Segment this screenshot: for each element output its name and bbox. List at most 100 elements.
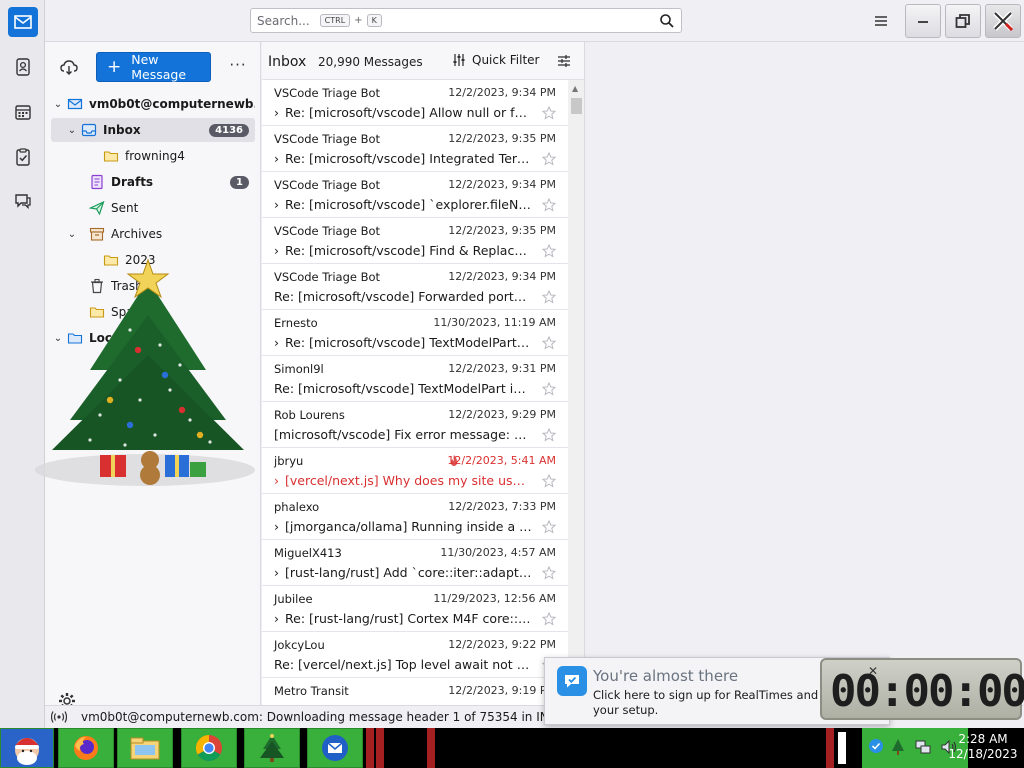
tree-tray-icon[interactable] (890, 738, 906, 756)
quick-filter-button[interactable]: Quick Filter (452, 53, 539, 67)
get-messages-icon[interactable] (59, 58, 79, 78)
message-row[interactable]: Ernesto 11/30/2023, 11:19 AM › Re: [microso… (262, 310, 568, 356)
chevron-right-icon[interactable]: › (274, 519, 279, 534)
message-sender: Jubilee (274, 592, 313, 606)
folder-inbox[interactable]: ⌄ Inbox 4136 (51, 118, 255, 142)
chevron-right-icon[interactable]: › (274, 473, 279, 488)
taskbar-chrome[interactable] (181, 728, 237, 768)
network-icon[interactable] (914, 738, 932, 756)
chevron-down-icon[interactable]: ⌄ (51, 99, 65, 110)
new-message-button[interactable]: + New Message (96, 52, 211, 82)
folder-drafts[interactable]: Drafts 1 (51, 170, 255, 194)
account-row[interactable]: ⌄ vm0b0t@computernewb... (51, 92, 255, 116)
chevron-down-icon[interactable]: ⌄ (65, 125, 79, 136)
chevron-down-icon[interactable]: ⌄ (65, 229, 79, 240)
reading-pane (586, 42, 1024, 705)
online-status-icon[interactable] (51, 710, 67, 724)
chevron-right-icon[interactable]: › (274, 105, 279, 120)
taskbar-divider (376, 728, 384, 768)
inbox-icon (81, 122, 97, 138)
restore-button[interactable] (945, 4, 981, 38)
star-icon[interactable] (542, 336, 556, 350)
more-options-button[interactable]: ··· (228, 56, 248, 76)
message-row[interactable]: Rob Lourens 12/2/2023, 9:29 PM [microsoft/… (262, 402, 568, 448)
clock-close-icon[interactable]: ✕ (868, 664, 878, 678)
chat-icon[interactable] (8, 186, 38, 216)
chevron-right-icon[interactable]: › (274, 335, 279, 350)
star-icon[interactable] (542, 612, 556, 626)
folder-archives[interactable]: ⌄ Archives (51, 222, 255, 246)
message-row[interactable]: VSCode Triage Bot 12/2/2023, 9:34 PM › Re: … (262, 80, 568, 126)
message-row[interactable]: Simonl9l 12/2/2023, 9:31 PM Re: [microsoft… (262, 356, 568, 402)
folder-label: Drafts (111, 175, 154, 189)
top-bar: Search... CTRL + K (45, 0, 1024, 42)
message-row[interactable]: Metro Transit 12/2/2023, 9:19 PM (262, 678, 568, 705)
message-sender: phalexo (274, 500, 320, 514)
start-button[interactable] (0, 728, 54, 768)
realtimes-tray-icon[interactable] (868, 738, 884, 754)
list-display-options-icon[interactable] (556, 53, 572, 69)
star-icon[interactable] (542, 428, 556, 442)
search-input[interactable]: Search... CTRL + K (250, 8, 682, 33)
shortcut-key-k: K (366, 14, 382, 27)
message-row[interactable]: Jubilee 11/29/2023, 12:56 AM › Re: [rust-la… (262, 586, 568, 632)
star-icon[interactable] (542, 106, 556, 120)
star-icon[interactable] (542, 474, 556, 488)
tray-divider (826, 728, 834, 768)
message-sender: MiguelX413 (274, 546, 342, 560)
message-row[interactable]: VSCode Triage Bot 12/2/2023, 9:34 PM › Re: … (262, 172, 568, 218)
chevron-right-icon[interactable]: › (274, 151, 279, 166)
chevron-right-icon[interactable]: › (274, 565, 279, 580)
message-sender: VSCode Triage Bot (274, 132, 381, 146)
chevron-right-icon[interactable]: › (274, 243, 279, 258)
close-window-button[interactable] (985, 4, 1021, 38)
clock-widget[interactable]: 00:00:00 ✕ (820, 658, 1024, 720)
minimize-button[interactable] (905, 4, 941, 38)
hamburger-menu-icon[interactable] (871, 11, 891, 31)
taskbar-firefox[interactable] (58, 728, 114, 768)
star-icon[interactable] (542, 198, 556, 212)
star-icon[interactable] (542, 566, 556, 580)
star-icon[interactable] (542, 382, 556, 396)
calendar-icon[interactable] (8, 97, 38, 127)
message-row[interactable]: VSCode Triage Bot 12/2/2023, 9:34 PM Re: [… (262, 264, 568, 310)
scrollbar-thumb[interactable] (571, 98, 582, 114)
folder-sent[interactable]: Sent (51, 196, 255, 220)
message-row[interactable]: jbryu 12/2/2023, 5:41 AM › [vercel/next.js]… (262, 448, 568, 494)
message-subject: › [rust-lang/rust] Add `core::iter::adapt… (274, 565, 532, 580)
mail-icon[interactable] (8, 7, 38, 37)
chevron-right-icon[interactable]: › (274, 611, 279, 626)
message-row[interactable]: JokcyLou 12/2/2023, 9:22 PM Re: [vercel/ne… (262, 632, 568, 678)
taskbar-clock[interactable]: 2:28 AM 12/18/2023 (942, 732, 1024, 766)
star-icon[interactable] (542, 244, 556, 258)
filter-icon (453, 54, 465, 66)
message-subject: Re: [microsoft/vscode] Forwarded ports d… (274, 289, 532, 304)
scrollbar[interactable]: ▲ (568, 80, 584, 705)
message-row[interactable]: VSCode Triage Bot 12/2/2023, 9:35 PM › Re: … (262, 218, 568, 264)
taskbar-file-explorer[interactable] (117, 728, 173, 768)
message-row[interactable]: MiguelX413 11/30/2023, 4:57 AM › [rust-lang… (262, 540, 568, 586)
taskbar-thunderbird[interactable] (307, 728, 363, 768)
taskbar-divider (427, 728, 435, 768)
star-icon[interactable] (542, 152, 556, 166)
star-icon[interactable] (542, 290, 556, 304)
message-date: 11/30/2023, 11:19 AM (433, 316, 556, 329)
chevron-right-icon[interactable]: › (274, 197, 279, 212)
message-sender: VSCode Triage Bot (274, 86, 381, 100)
taskbar-christmas-tree[interactable] (244, 728, 300, 768)
star-icon[interactable] (542, 520, 556, 534)
scroll-up-icon[interactable]: ▲ (572, 84, 578, 93)
search-icon[interactable] (659, 13, 675, 29)
santa-icon (15, 738, 39, 765)
message-date: 12/2/2023, 9:19 PM (448, 684, 556, 697)
tasks-icon[interactable] (8, 142, 38, 172)
message-subject: › [jmorganca/ollama] Running inside a d..… (274, 519, 532, 534)
chrome-icon (195, 734, 222, 762)
taskbar: 2:28 AM 12/18/2023 (0, 728, 1024, 768)
message-row[interactable]: phalexo 12/2/2023, 7:33 PM › [jmorganca/oll… (262, 494, 568, 540)
address-book-icon[interactable] (8, 52, 38, 82)
folder-frowning4[interactable]: frowning4 (51, 144, 255, 168)
message-subject: › [vercel/next.js] Why does my site use S… (274, 473, 532, 488)
message-subject-text: Re: [microsoft/vscode] TextModelPart is.… (285, 335, 532, 350)
message-row[interactable]: VSCode Triage Bot 12/2/2023, 9:35 PM › Re: … (262, 126, 568, 172)
